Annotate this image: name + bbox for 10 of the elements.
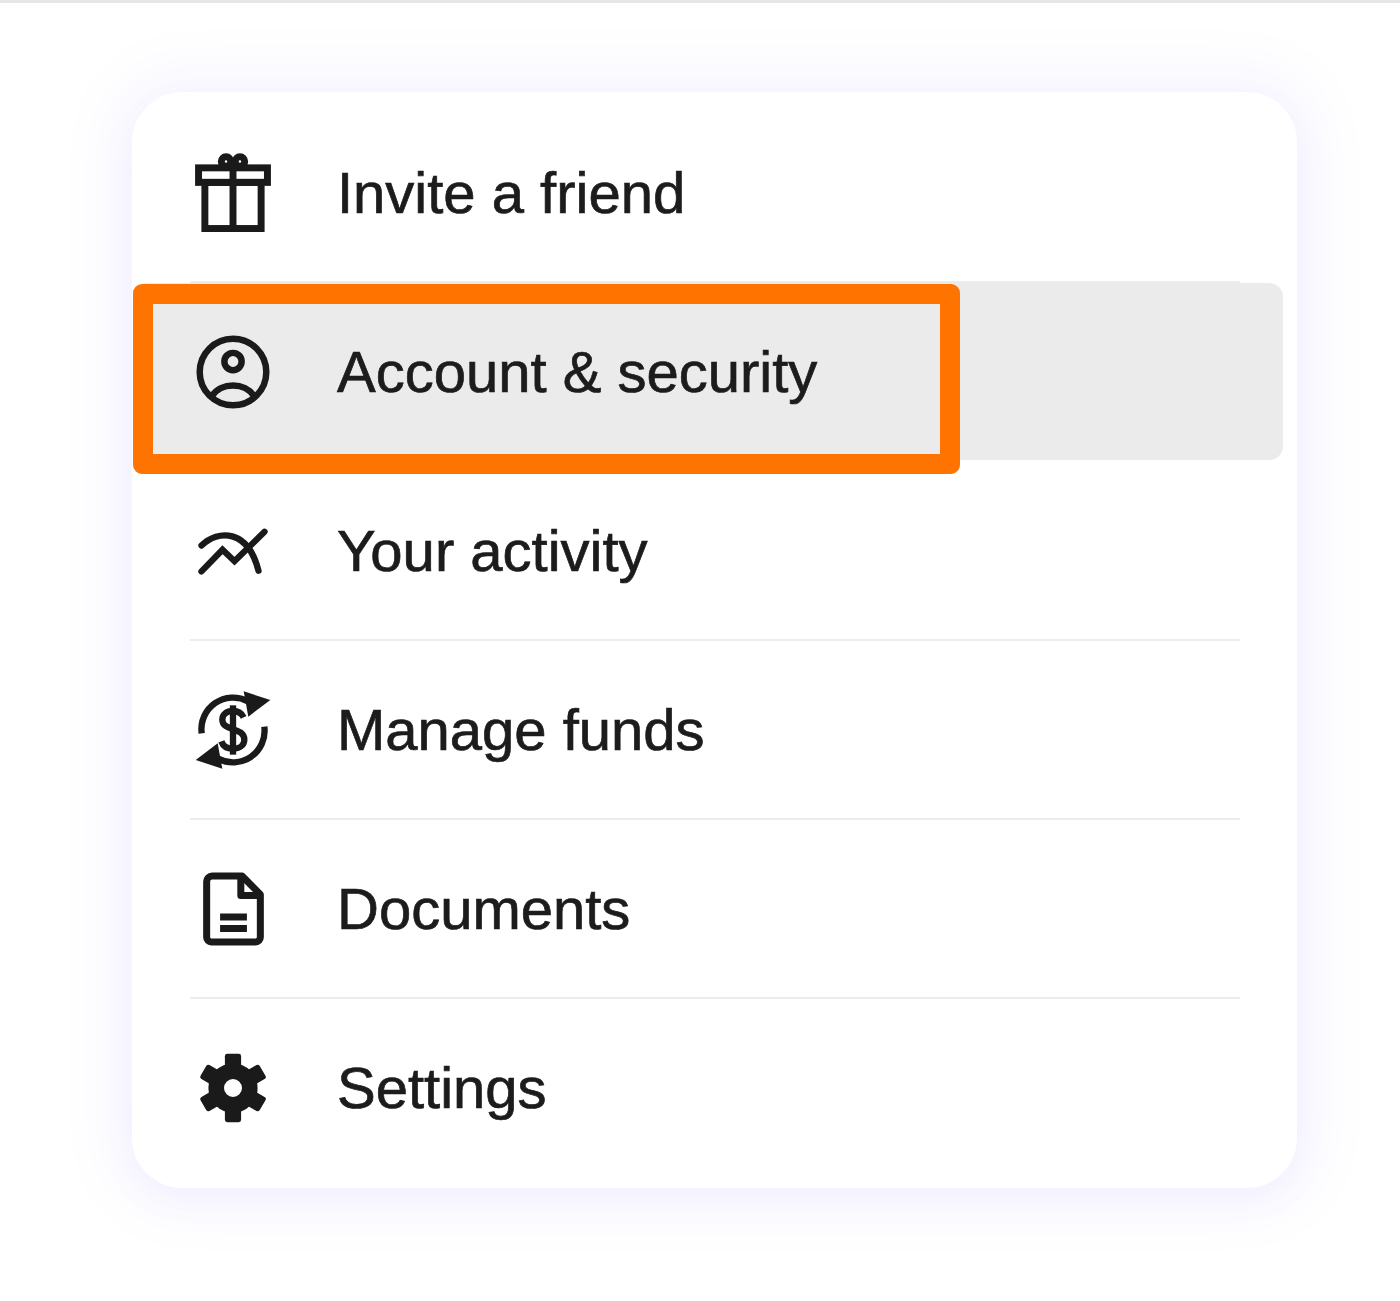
menu-item[interactable]: Documents — [133, 820, 1283, 997]
menu-item[interactable]: Manage funds — [133, 641, 1283, 818]
document-icon — [202, 871, 264, 946]
menu-item[interactable]: Your activity — [133, 462, 1283, 639]
settings-icon — [197, 1051, 269, 1124]
gift-icon — [195, 153, 271, 232]
user-circle-icon — [196, 334, 270, 409]
trend-line-icon — [197, 526, 269, 575]
menu-item[interactable]: Invite a friend — [133, 104, 1283, 281]
menu-item[interactable]: Settings — [133, 999, 1283, 1176]
